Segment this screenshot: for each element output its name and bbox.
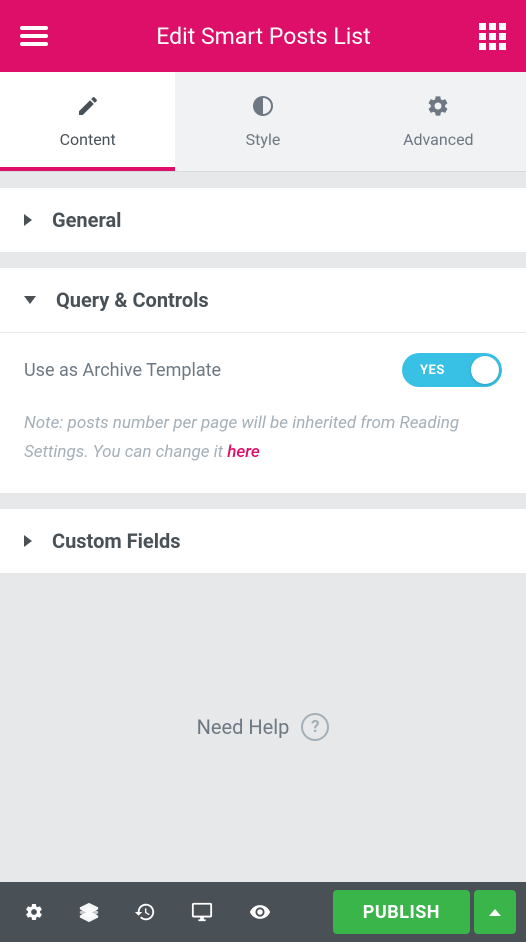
- publish-options-button[interactable]: [474, 890, 516, 934]
- tab-content-label: Content: [60, 130, 116, 149]
- footer-bar: PUBLISH: [0, 882, 526, 942]
- section-custom-fields-header[interactable]: Custom Fields: [0, 509, 526, 573]
- caret-right-icon: [24, 535, 32, 547]
- archive-note-link[interactable]: here: [227, 442, 260, 462]
- archive-template-label: Use as Archive Template: [24, 360, 221, 381]
- section-general: General: [0, 188, 526, 252]
- hamburger-menu-icon[interactable]: [20, 26, 48, 46]
- tab-content[interactable]: Content: [0, 72, 175, 171]
- footer-tools: [10, 901, 323, 923]
- archive-note: Note: posts number per page will be inhe…: [24, 409, 502, 467]
- caret-down-icon: [24, 296, 36, 304]
- tab-style[interactable]: Style: [175, 72, 350, 171]
- archive-template-control: Use as Archive Template YES: [24, 353, 502, 387]
- section-query-controls: Query & Controls Use as Archive Template…: [0, 268, 526, 493]
- tab-style-label: Style: [246, 130, 281, 149]
- header: Edit Smart Posts List: [0, 0, 526, 72]
- question-icon: ?: [301, 713, 329, 741]
- need-help[interactable]: Need Help ?: [0, 573, 526, 882]
- settings-icon[interactable]: [24, 901, 44, 923]
- content-panel: General Query & Controls Use as Archive …: [0, 172, 526, 882]
- page-title: Edit Smart Posts List: [48, 23, 479, 50]
- section-general-title: General: [52, 208, 121, 232]
- archive-template-toggle[interactable]: YES: [402, 353, 502, 387]
- widgets-grid-icon[interactable]: [479, 23, 506, 50]
- pencil-icon: [76, 94, 100, 118]
- history-icon[interactable]: [134, 901, 156, 923]
- section-custom-fields: Custom Fields: [0, 509, 526, 573]
- section-query-header[interactable]: Query & Controls: [0, 268, 526, 332]
- responsive-icon[interactable]: [190, 901, 214, 923]
- section-query-body: Use as Archive Template YES Note: posts …: [0, 332, 526, 493]
- toggle-state-text: YES: [402, 363, 445, 378]
- section-query-title: Query & Controls: [56, 288, 209, 312]
- caret-up-icon: [489, 909, 501, 916]
- toggle-knob: [471, 356, 499, 384]
- publish-button[interactable]: PUBLISH: [333, 890, 470, 934]
- contrast-icon: [251, 94, 275, 118]
- section-general-header[interactable]: General: [0, 188, 526, 252]
- preview-icon[interactable]: [248, 901, 272, 923]
- gear-icon: [426, 94, 450, 118]
- navigator-icon[interactable]: [78, 901, 100, 923]
- tab-advanced[interactable]: Advanced: [351, 72, 526, 171]
- need-help-label: Need Help: [197, 715, 290, 739]
- tab-advanced-label: Advanced: [403, 130, 474, 149]
- section-custom-fields-title: Custom Fields: [52, 529, 181, 553]
- publish-group: PUBLISH: [333, 890, 516, 934]
- editor-tabs: Content Style Advanced: [0, 72, 526, 172]
- caret-right-icon: [24, 214, 32, 226]
